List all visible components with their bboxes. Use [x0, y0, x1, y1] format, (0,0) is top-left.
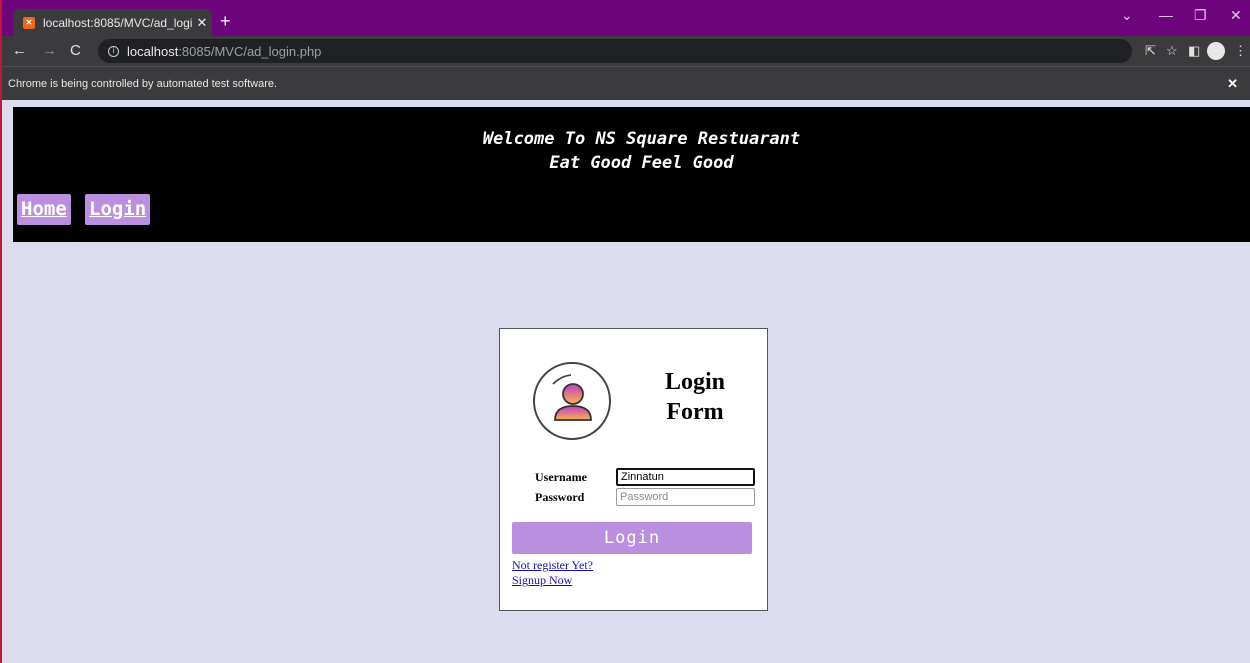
url-host: localhost — [127, 43, 179, 59]
side-panel-icon[interactable]: ◧ — [1188, 43, 1200, 59]
xampp-favicon-icon: ✕ — [23, 16, 35, 29]
form-title-line1: Login — [664, 369, 726, 395]
tab-search-icon[interactable]: ⌄ — [1121, 7, 1133, 24]
header-tagline: Eat Good Feel Good — [549, 153, 734, 173]
password-input[interactable] — [616, 488, 755, 506]
browser-window: ✕ localhost:8085/MVC/ad_login.php ✕ + ⌄ … — [0, 0, 1250, 663]
login-form-card: Login Form Username Password Login Not r… — [499, 328, 768, 611]
site-info-icon[interactable]: i — [108, 45, 119, 57]
maximize-icon[interactable]: ❐ — [1194, 7, 1207, 24]
signup-link[interactable]: Signup Now — [512, 573, 572, 588]
title-bar: ✕ localhost:8085/MVC/ad_login.php ✕ + ⌄ … — [2, 0, 1250, 36]
forward-icon[interactable]: → — [42, 42, 57, 59]
url-path: :8085/MVC/ad_login.php — [178, 43, 322, 59]
infobar-text: Chrome is being controlled by automated … — [8, 77, 278, 90]
form-title-line2: Form — [666, 399, 724, 425]
menu-kebab-icon[interactable]: ⋮ — [1234, 43, 1247, 59]
nav-login-link[interactable]: Login — [85, 194, 151, 225]
form-title: Login Form — [640, 367, 750, 427]
reload-icon[interactable]: C — [70, 42, 81, 59]
tab-close-icon[interactable]: ✕ — [192, 15, 212, 31]
minimize-icon[interactable]: — — [1159, 7, 1173, 23]
page-content: Welcome To NS Square Restuarant Eat Good… — [13, 107, 1250, 663]
header-welcome-text: Welcome To NS Square Restuarant — [482, 129, 801, 149]
tab-title: localhost:8085/MVC/ad_login.php — [43, 15, 192, 30]
browser-tab[interactable]: ✕ localhost:8085/MVC/ad_login.php ✕ — [13, 9, 212, 36]
infobar-close-icon[interactable]: ✕ — [1227, 76, 1238, 92]
nav-home-link[interactable]: Home — [17, 194, 71, 225]
username-label: Username — [535, 470, 587, 484]
register-prompt-link[interactable]: Not register Yet? — [512, 558, 593, 573]
bookmark-star-icon[interactable]: ☆ — [1166, 43, 1178, 59]
username-input[interactable] — [616, 468, 755, 486]
profile-avatar-icon[interactable] — [1207, 42, 1225, 60]
new-tab-icon[interactable]: + — [220, 11, 231, 31]
address-bar-row: ← → C i localhost:8085/MVC/ad_login.php … — [2, 36, 1250, 66]
url-bar[interactable]: i localhost:8085/MVC/ad_login.php — [98, 39, 1132, 63]
user-avatar-icon — [533, 362, 611, 440]
back-icon[interactable]: ← — [12, 42, 27, 59]
site-header: Welcome To NS Square Restuarant Eat Good… — [13, 107, 1250, 242]
password-label: Password — [535, 490, 585, 504]
window-close-icon[interactable]: ✕ — [1230, 7, 1242, 24]
login-submit-button[interactable]: Login — [512, 522, 752, 554]
share-icon[interactable]: ⇱ — [1145, 43, 1156, 59]
automation-infobar: Chrome is being controlled by automated … — [2, 66, 1250, 100]
